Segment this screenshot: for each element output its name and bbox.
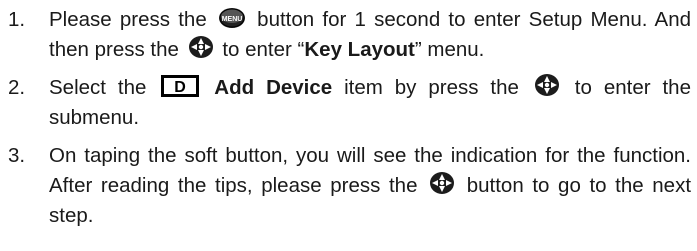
step-1: 1. Please press the MENU button for 1 se… xyxy=(0,5,697,65)
add-device-keyword: Add Device xyxy=(214,76,333,99)
step-text: to enter “ xyxy=(222,38,305,61)
step-number: 3. xyxy=(8,144,26,167)
menu-button-icon: MENU xyxy=(218,7,246,29)
ok-button-icon xyxy=(429,171,455,195)
step-number: 2. xyxy=(8,76,26,99)
ok-button-icon xyxy=(534,73,560,97)
key-layout-keyword: Key Layout xyxy=(304,38,415,61)
step-text: item by press the xyxy=(344,76,519,99)
device-icon-letter: D xyxy=(175,79,187,96)
menu-icon-label: MENU xyxy=(222,16,243,23)
step-text: Select the xyxy=(49,76,147,99)
instruction-list: 1. Please press the MENU button for 1 se… xyxy=(0,0,697,231)
step-text: ” menu. xyxy=(414,38,485,61)
step-2: 2. Select the D Add Device item by press… xyxy=(0,73,697,133)
device-d-icon: D xyxy=(161,75,200,97)
step-3: 3. On taping the soft button, you will s… xyxy=(0,141,697,231)
step-number: 1. xyxy=(8,8,26,31)
ok-button-icon xyxy=(188,35,214,59)
step-text: Please press the xyxy=(49,8,207,31)
